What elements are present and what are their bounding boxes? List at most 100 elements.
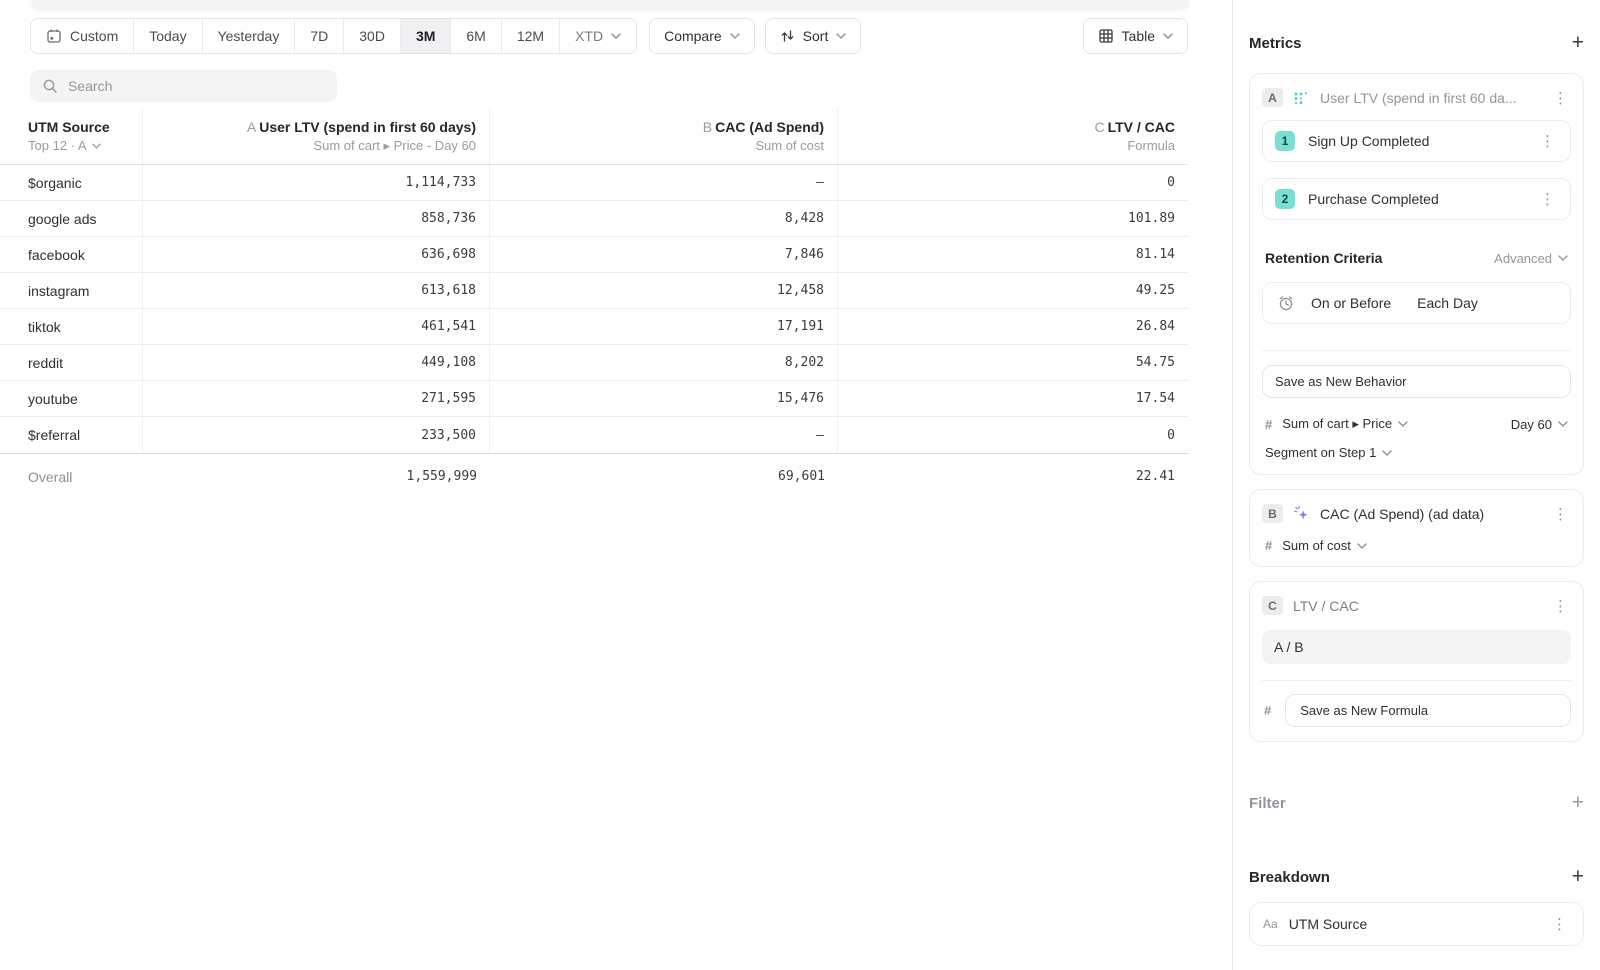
table-row: $organic 1,114,733 – 0 [0, 165, 1188, 201]
step-1-sign-up-completed[interactable]: 1 Sign Up Completed ⋮ [1262, 120, 1571, 162]
column-header-metric-b[interactable]: BCAC (Ad Spend) Sum of cost [490, 108, 838, 164]
report-toolbar: Custom Today Yesterday 7D 30D 3M 6M 12M … [30, 18, 1188, 54]
add-metric-button[interactable]: + [1572, 34, 1584, 52]
window-dropdown[interactable]: Day 60 [1511, 417, 1568, 432]
chevron-down-icon [1558, 255, 1568, 261]
add-breakdown-button[interactable]: + [1572, 868, 1584, 886]
table-row: reddit 449,108 8,202 54.75 [0, 345, 1188, 381]
query-builder-sidebar: Metrics + A User LTV (spend in first 60 … [1233, 0, 1600, 970]
cell-value: 15,476 [490, 381, 838, 416]
date-range-custom[interactable]: Custom [31, 19, 134, 53]
metric-a-menu-button[interactable]: ⋮ [1550, 89, 1571, 107]
property-dropdown[interactable]: Sum of cost [1282, 538, 1367, 553]
date-range-label: 3M [416, 28, 435, 44]
metric-b-header[interactable]: B CAC (Ad Spend) (ad data) ⋮ [1250, 490, 1583, 536]
table-search [30, 70, 337, 102]
calendar-icon [46, 28, 62, 44]
step-number-badge: 1 [1275, 131, 1295, 151]
breakdown-title: Breakdown [1249, 869, 1330, 886]
column-subtitle: Sum of cart ▸ Price - Day 60 [313, 138, 476, 154]
cell-value: 17.54 [838, 381, 1188, 416]
save-as-new-formula-button[interactable]: Save as New Formula [1285, 694, 1571, 727]
sort-button[interactable]: Sort [765, 18, 862, 54]
search-input[interactable] [68, 78, 325, 94]
cell-value: 8,202 [490, 345, 838, 380]
chevron-down-icon [1558, 421, 1568, 427]
step-menu-button[interactable]: ⋮ [1537, 190, 1558, 208]
chevron-down-icon [1382, 450, 1392, 456]
chevron-down-icon [730, 33, 740, 39]
segment-dropdown[interactable]: Segment on Step 1 [1265, 445, 1568, 460]
property-value: Sum of cost [1282, 538, 1351, 553]
step-2-purchase-completed[interactable]: 2 Purchase Completed ⋮ [1262, 178, 1571, 220]
date-range-12m[interactable]: 12M [502, 19, 560, 53]
overall-value: 69,601 [490, 454, 838, 499]
column-header-metric-c[interactable]: CLTV / CAC Formula [838, 108, 1188, 164]
column-letter: C [1094, 119, 1104, 135]
row-label: $organic [0, 165, 143, 200]
cell-value: 49.25 [838, 273, 1188, 308]
breakdown-menu-button[interactable]: ⋮ [1549, 915, 1570, 933]
breakdown-item-label: UTM Source [1289, 916, 1538, 932]
column-letter: A [247, 119, 256, 135]
add-filter-button[interactable]: + [1572, 794, 1584, 812]
table-row: instagram 613,618 12,458 49.25 [0, 273, 1188, 309]
formula-input[interactable]: A / B [1262, 630, 1571, 664]
property-dropdown[interactable]: Sum of cart ▸ Price [1282, 416, 1408, 432]
retention-frequency-dropdown[interactable]: Each Day [1417, 295, 1478, 311]
text-property-icon: Aa [1263, 917, 1278, 931]
date-range-6m[interactable]: 6M [451, 19, 501, 53]
metric-letter-badge: A [1262, 88, 1283, 107]
table-row: facebook 636,698 7,846 81.14 [0, 237, 1188, 273]
alarm-clock-icon [1277, 294, 1295, 312]
numeric-property-icon: # [1265, 538, 1272, 553]
step-label: Sign Up Completed [1308, 133, 1524, 149]
column-subtitle: Formula [1127, 138, 1175, 153]
column-letter: B [703, 119, 712, 135]
table-grid-icon [1098, 28, 1114, 44]
column-header-utm-source[interactable]: UTM Source Top 12 · A [0, 108, 143, 164]
cell-value: 858,736 [143, 201, 490, 236]
overall-label: Overall [0, 454, 143, 499]
chevron-down-icon [1398, 421, 1408, 427]
date-range-yesterday[interactable]: Yesterday [203, 19, 296, 53]
measurement-row: # Sum of cart ▸ Price Day 60 [1265, 416, 1568, 432]
step-menu-button[interactable]: ⋮ [1537, 132, 1558, 150]
view-type-button[interactable]: Table [1083, 18, 1188, 54]
metric-c-header[interactable]: C LTV / CAC ⋮ [1250, 582, 1583, 628]
collapsed-chart-card-edge [30, 0, 1190, 9]
table-overall-row: Overall 1,559,999 69,601 22.41 [0, 453, 1188, 499]
metric-b-menu-button[interactable]: ⋮ [1550, 505, 1571, 523]
retention-condition-dropdown[interactable]: On or Before [1311, 295, 1391, 311]
row-label: facebook [0, 237, 143, 272]
cell-value: 7,846 [490, 237, 838, 272]
retention-mode-value: Advanced [1494, 251, 1552, 266]
compare-button[interactable]: Compare [649, 18, 755, 54]
save-formula-label: Save as New Formula [1300, 703, 1428, 718]
segment-row: Segment on Step 1 [1265, 445, 1568, 460]
metric-letter-badge: C [1262, 596, 1283, 615]
metric-letter-badge: B [1262, 504, 1283, 523]
breakdown-item-utm-source[interactable]: Aa UTM Source ⋮ [1249, 902, 1584, 946]
view-type-label: Table [1122, 28, 1155, 44]
column-title: CAC (Ad Spend) [715, 119, 824, 135]
save-as-new-behavior-button[interactable]: Save as New Behavior [1262, 365, 1571, 398]
column-title: LTV / CAC [1108, 119, 1175, 135]
save-behavior-label: Save as New Behavior [1275, 374, 1407, 389]
table-row: $referral 233,500 – 0 [0, 417, 1188, 453]
retention-mode-dropdown[interactable]: Advanced [1494, 251, 1568, 266]
date-range-today[interactable]: Today [134, 19, 202, 53]
metric-a-header[interactable]: A User LTV (spend in first 60 da... ⋮ [1250, 74, 1583, 120]
retention-condition-value: On or Before [1311, 295, 1391, 311]
column-header-metric-a[interactable]: AUser LTV (spend in first 60 days) Sum o… [143, 108, 490, 164]
sort-icon [780, 29, 795, 43]
table-row: google ads 858,736 8,428 101.89 [0, 201, 1188, 237]
table-row: youtube 271,595 15,476 17.54 [0, 381, 1188, 417]
metric-c-menu-button[interactable]: ⋮ [1550, 597, 1571, 615]
date-range-7d[interactable]: 7D [295, 19, 344, 53]
chevron-down-icon [611, 33, 621, 39]
date-range-3m-selected[interactable]: 3M [401, 19, 451, 53]
date-range-xtd[interactable]: XTD [560, 19, 636, 53]
row-label: youtube [0, 381, 143, 416]
date-range-30d[interactable]: 30D [344, 19, 401, 53]
